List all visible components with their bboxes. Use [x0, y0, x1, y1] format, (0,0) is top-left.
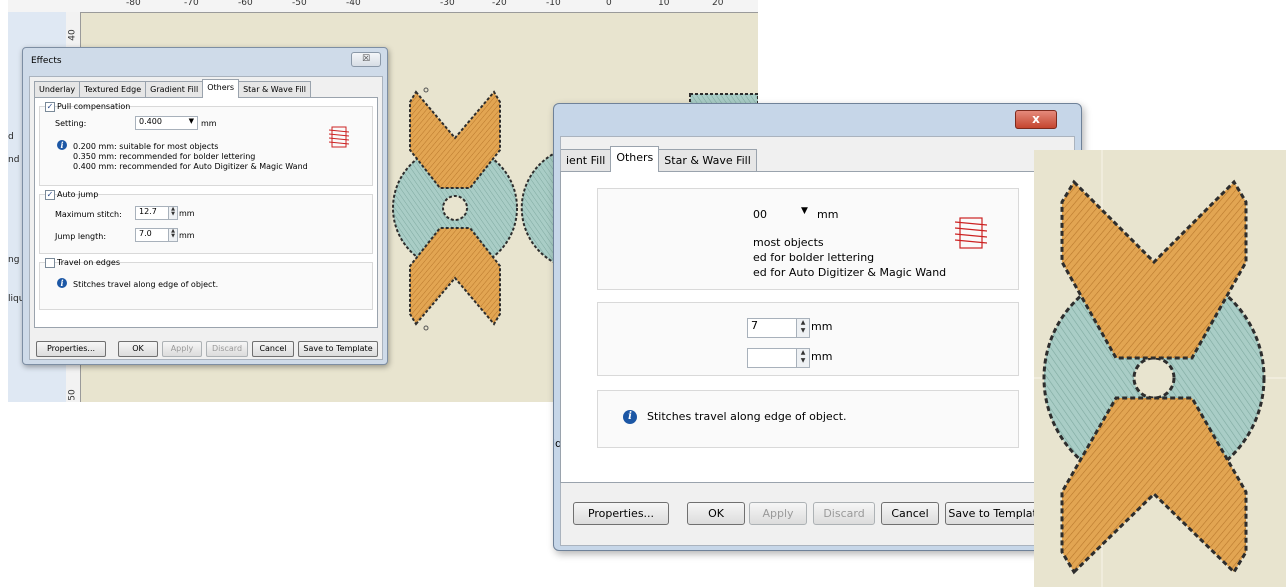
discard-button[interactable]: Discard	[813, 502, 875, 525]
jump-length-spinner[interactable]: ▲ ▼	[747, 348, 810, 368]
tab-others[interactable]: Others	[610, 146, 660, 172]
save-to-template-button[interactable]: Save to Template	[298, 341, 378, 357]
side-panel-text: nd	[8, 155, 20, 165]
auto-jump-label: Auto jump	[57, 190, 99, 199]
ruler-label: -30	[440, 0, 455, 8]
info-line: 0.350 mm: recommended for bolder letteri…	[73, 152, 256, 161]
ruler-label: -50	[292, 0, 307, 8]
max-stitch-spinner[interactable]: 12.7 ▲ ▼	[135, 206, 178, 220]
others-tab-page: 00 ▼ mm most objects ed for bolder lette…	[560, 171, 1045, 483]
info-line: ed for Auto Digitizer & Magic Wand	[753, 266, 947, 279]
tab-gradient-fill[interactable]: Gradient Fill	[145, 81, 204, 98]
max-stitch-spinner[interactable]: 7 ▲ ▼	[747, 318, 810, 338]
spin-arrows-icon[interactable]: ▲ ▼	[168, 207, 177, 219]
spin-arrows-icon[interactable]: ▲ ▼	[796, 319, 809, 337]
setting-value-fragment: 00	[753, 208, 767, 221]
tab-star-wave-fill[interactable]: Star & Wave Fill	[658, 149, 757, 172]
tab-underlay[interactable]: Underlay	[34, 81, 81, 98]
info-icon: i	[623, 410, 637, 424]
auto-jump-checkbox[interactable]: ✓	[45, 190, 55, 200]
ruler-label: -20	[492, 0, 507, 8]
ruler-label: -70	[184, 0, 199, 8]
chevron-down-icon: ▼	[188, 117, 194, 125]
info-line: ed for bolder lettering	[753, 251, 875, 264]
ruler-label: -80	[126, 0, 141, 8]
unit-label: mm	[201, 119, 217, 128]
cancel-button[interactable]: Cancel	[881, 502, 939, 525]
info-line: 0.400 mm: recommended for Auto Digitizer…	[73, 162, 308, 171]
chevron-down-icon[interactable]: ▼	[801, 206, 808, 216]
travel-on-edges-label: Travel on edges	[57, 258, 120, 267]
info-icon: i	[57, 140, 67, 150]
jump-length-spinner[interactable]: 7.0 ▲ ▼	[135, 228, 178, 242]
max-stitch-label: Maximum stitch:	[55, 210, 122, 219]
setting-combo[interactable]: 0.400 ▼	[135, 116, 198, 130]
unit-label: mm	[811, 350, 833, 363]
unit-label: mm	[179, 209, 195, 218]
discard-button[interactable]: Discard	[206, 341, 248, 357]
ok-button[interactable]: OK	[118, 341, 158, 357]
ruler-label: 10	[658, 0, 670, 8]
spin-arrows-icon[interactable]: ▲ ▼	[796, 349, 809, 367]
save-to-template-button[interactable]: Save to Template	[945, 502, 1047, 525]
info-line: most objects	[753, 236, 824, 249]
unit-label: mm	[811, 320, 833, 333]
side-panel-text: ng	[8, 255, 20, 265]
side-panel-text: d	[8, 132, 14, 142]
pull-compensation-label: Pull compensation	[57, 102, 131, 111]
travel-info-text: Stitches travel along edge of object.	[647, 410, 847, 423]
unit-label: mm	[817, 208, 839, 221]
effects-dialog-zoomed: x iqu ient Fill Others Star & Wave Fill …	[553, 103, 1082, 551]
pull-compensation-checkbox[interactable]: ✓	[45, 102, 55, 112]
auto-jump-group	[39, 194, 373, 254]
embroidery-x-design[interactable]	[1034, 150, 1286, 587]
others-tab-page: ✓ Pull compensation Setting: 0.400 ▼ mm …	[34, 97, 378, 328]
dialog-body: ient Fill Others Star & Wave Fill 00 ▼ m…	[560, 136, 1075, 546]
ruler-label: 40	[67, 29, 78, 41]
properties-button[interactable]: Properties...	[36, 341, 106, 357]
tab-others[interactable]: Others	[202, 79, 240, 98]
tab-textured-edge[interactable]: Textured Edge	[79, 81, 147, 98]
spin-arrows-icon[interactable]: ▲ ▼	[168, 229, 177, 241]
close-icon[interactable]: x	[1015, 110, 1057, 129]
ok-button[interactable]: OK	[687, 502, 745, 525]
apply-button[interactable]: Apply	[749, 502, 807, 525]
ruler-label: 0	[606, 0, 612, 8]
effects-dialog: Effects ☒ Underlay Textured Edge Gradien…	[22, 47, 388, 365]
setting-label: Setting:	[55, 119, 87, 128]
close-icon[interactable]: ☒	[351, 52, 381, 67]
ruler-label: 50	[67, 389, 78, 401]
cancel-button[interactable]: Cancel	[252, 341, 294, 357]
travel-on-edges-checkbox[interactable]	[45, 258, 55, 268]
horizontal-ruler: -80 -70 -60 -50 -40 -30 -20 -10 0 10 20	[8, 0, 758, 13]
ruler-label: -60	[238, 0, 253, 8]
ruler-label: -10	[546, 0, 561, 8]
info-line: 0.200 mm: suitable for most objects	[73, 142, 219, 151]
jump-length-label: Jump length:	[55, 232, 107, 241]
dialog-body: Underlay Textured Edge Gradient Fill Oth…	[29, 76, 383, 360]
dialog-title: Effects	[31, 56, 62, 66]
pull-compensation-preview-icon	[329, 126, 349, 148]
ruler-label: 20	[712, 0, 724, 8]
unit-label: mm	[179, 231, 195, 240]
tab-strip: ient Fill Others Star & Wave Fill	[561, 146, 757, 172]
apply-button[interactable]: Apply	[162, 341, 202, 357]
tab-strip: Underlay Textured Edge Gradient Fill Oth…	[34, 79, 311, 98]
tab-star-wave-fill[interactable]: Star & Wave Fill	[238, 81, 311, 98]
pull-compensation-preview-icon	[955, 217, 987, 249]
travel-info-text: Stitches travel along edge of object.	[73, 280, 219, 289]
properties-button[interactable]: Properties...	[573, 502, 669, 525]
tab-gradient-fill[interactable]: ient Fill	[561, 149, 612, 172]
zoomed-embroidery-view	[1034, 150, 1286, 587]
info-icon: i	[57, 278, 67, 288]
ruler-label: -40	[346, 0, 361, 8]
center-hole	[1132, 356, 1176, 400]
